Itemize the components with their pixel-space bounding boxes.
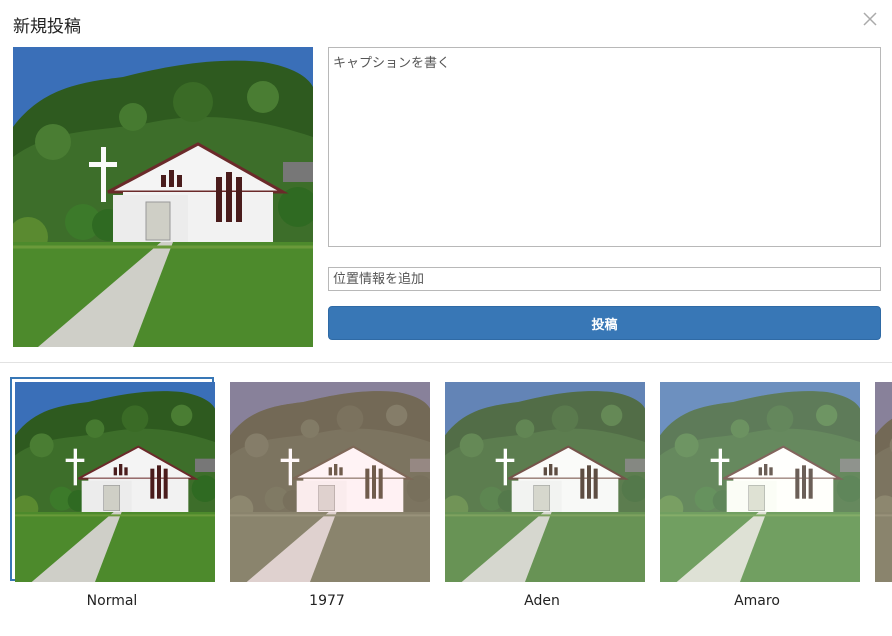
close-icon[interactable] — [861, 10, 879, 28]
filter-thumbnail[interactable] — [10, 377, 215, 582]
filter-thumbnail[interactable] — [440, 377, 645, 582]
selected-photo — [13, 47, 313, 347]
filter-thumbnail[interactable] — [655, 377, 860, 582]
filter-label: Aden — [524, 593, 560, 609]
dialog-title: 新規投稿 — [13, 17, 81, 37]
filter-strip[interactable]: Normal 1977 Aden Amaro — [0, 377, 892, 617]
caption-input[interactable] — [328, 47, 881, 247]
filter-thumbnail[interactable] — [870, 377, 892, 582]
filter-thumbnail[interactable] — [225, 377, 430, 582]
location-input[interactable] — [328, 267, 881, 291]
filter-label: Amaro — [734, 593, 780, 609]
post-button[interactable]: 投稿 — [328, 306, 881, 340]
filter-label: 1977 — [309, 593, 345, 609]
filter-label: Normal — [86, 593, 138, 609]
divider — [0, 362, 892, 363]
